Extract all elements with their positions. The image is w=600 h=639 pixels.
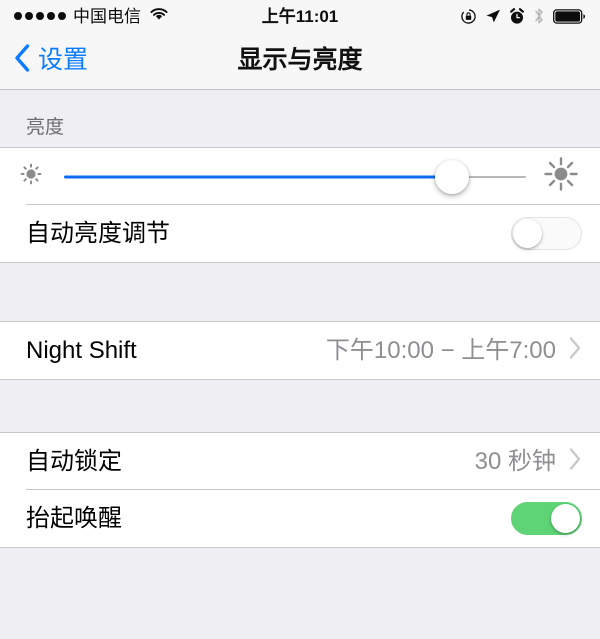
slider-thumb[interactable] bbox=[435, 159, 470, 194]
chevron-right-icon bbox=[568, 447, 582, 476]
rotation-lock-icon bbox=[460, 8, 477, 25]
row-auto-brightness[interactable]: 自动亮度调节 bbox=[0, 205, 600, 262]
status-bar-left: 中国电信 bbox=[14, 6, 170, 27]
signal-strength-dots bbox=[14, 12, 66, 20]
raise-to-wake-toggle[interactable] bbox=[511, 502, 582, 535]
night-shift-group: Night Shift 下午10:00 − 上午7:00 bbox=[0, 321, 600, 380]
status-bar-right bbox=[460, 7, 586, 25]
row-night-shift[interactable]: Night Shift 下午10:00 − 上午7:00 bbox=[0, 322, 600, 379]
row-raise-to-wake-accessory bbox=[511, 502, 582, 535]
sun-large-icon bbox=[540, 153, 582, 200]
chevron-right-icon bbox=[568, 336, 582, 365]
section-gap-1 bbox=[0, 263, 600, 321]
brightness-group: 自动亮度调节 bbox=[0, 147, 600, 263]
row-auto-lock-accessory: 30 秒钟 bbox=[475, 447, 582, 476]
back-button[interactable]: 设置 bbox=[0, 43, 88, 78]
brightness-slider-row bbox=[0, 148, 600, 205]
auto-brightness-toggle[interactable] bbox=[511, 217, 582, 250]
status-bar: 中国电信 上午11:01 bbox=[0, 0, 600, 32]
section-gap-2 bbox=[0, 380, 600, 432]
row-raise-to-wake-label: 抬起唤醒 bbox=[26, 504, 122, 532]
row-auto-lock-value: 30 秒钟 bbox=[474, 447, 556, 475]
toggle-knob bbox=[513, 219, 542, 248]
location-arrow-icon bbox=[485, 8, 501, 24]
row-auto-brightness-label: 自动亮度调节 bbox=[26, 219, 170, 247]
battery-icon bbox=[553, 8, 586, 24]
bluetooth-icon bbox=[533, 7, 545, 25]
row-night-shift-label: Night Shift bbox=[26, 336, 137, 364]
section-header-brightness: 亮度 bbox=[26, 117, 65, 138]
navigation-bar: 设置 显示与亮度 bbox=[0, 32, 600, 90]
settings-content: 亮度 自动亮度调节 Night Shift 下午10:00 − 上午7:00 自… bbox=[0, 90, 600, 548]
row-night-shift-value: 下午10:00 − 上午7:00 bbox=[325, 336, 556, 364]
brightness-slider[interactable] bbox=[64, 159, 526, 194]
chevron-left-icon bbox=[13, 43, 31, 78]
sun-small-icon bbox=[16, 159, 46, 194]
slider-fill bbox=[64, 175, 453, 178]
row-night-shift-accessory: 下午10:00 − 上午7:00 bbox=[326, 336, 582, 365]
alarm-clock-icon bbox=[509, 7, 525, 25]
carrier-name: 中国电信 bbox=[73, 6, 141, 26]
back-button-label: 设置 bbox=[38, 46, 89, 74]
page-title: 显示与亮度 bbox=[237, 46, 363, 74]
row-raise-to-wake[interactable]: 抬起唤醒 bbox=[0, 490, 600, 547]
wifi-icon bbox=[148, 6, 170, 27]
toggle-knob bbox=[551, 504, 580, 533]
lock-group: 自动锁定 30 秒钟 抬起唤醒 bbox=[0, 432, 600, 548]
row-auto-lock[interactable]: 自动锁定 30 秒钟 bbox=[0, 433, 600, 490]
row-auto-brightness-accessory bbox=[511, 217, 582, 250]
row-auto-lock-label: 自动锁定 bbox=[26, 447, 122, 475]
